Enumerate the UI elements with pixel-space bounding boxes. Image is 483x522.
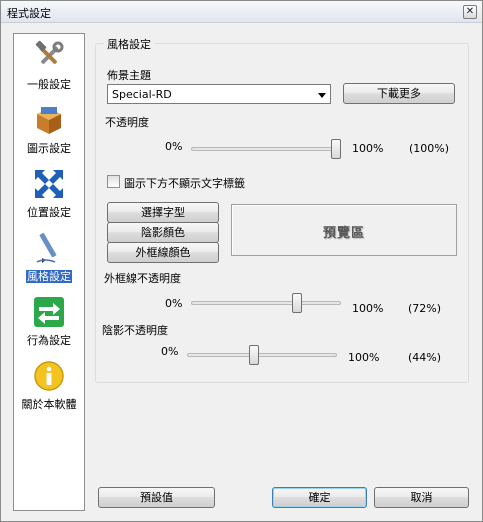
outline-opacity-value: (72%) [408, 302, 442, 315]
sidebar-item-label: 位置設定 [27, 206, 71, 219]
move-arrows-icon [35, 170, 63, 198]
chevron-down-icon [318, 93, 326, 98]
sidebar: 一般設定 圖示設定 位置設定 風格設定 行為設定 關於本軟體 [13, 33, 85, 511]
sidebar-item-label: 關於本軟體 [21, 398, 77, 411]
hide-labels-label: 圖示下方不顯示文字標籤 [124, 177, 245, 190]
opacity-slider-thumb[interactable] [331, 139, 341, 159]
sidebar-item-behavior[interactable]: 行為設定 [14, 294, 84, 358]
preview-area: 預覽區 [231, 204, 457, 256]
opacity-label: 不透明度 [105, 116, 149, 129]
theme-select[interactable]: Special-RD [107, 84, 331, 104]
shadow-opacity-max-label: 100% [348, 351, 380, 364]
theme-select-value: Special-RD [112, 88, 172, 101]
outline-opacity-min-label: 0% [165, 297, 183, 310]
window-title: 程式設定 [7, 7, 51, 20]
download-more-button[interactable]: 下載更多 [343, 83, 455, 104]
sidebar-item-style[interactable]: 風格設定 [14, 230, 84, 294]
settings-window: 程式設定 ✕ 一般設定 圖示設定 位置設定 風格設定 行為設定 關於本軟體 風格… [0, 0, 483, 522]
shadow-opacity-value: (44%) [408, 351, 442, 364]
sidebar-item-label: 一般設定 [27, 78, 71, 91]
sidebar-item-icons[interactable]: 圖示設定 [14, 102, 84, 166]
shadow-opacity-label: 陰影不透明度 [102, 324, 168, 337]
shadow-opacity-min-label: 0% [161, 345, 179, 358]
exchange-arrows-icon [34, 297, 64, 327]
package-box-icon [37, 107, 61, 134]
sidebar-item-about[interactable]: 關於本軟體 [14, 358, 84, 422]
close-icon[interactable]: ✕ [463, 5, 477, 19]
wrench-hammer-icon [35, 40, 64, 65]
outline-opacity-label: 外框線不透明度 [104, 272, 181, 285]
shadow-opacity-slider-thumb[interactable] [249, 345, 259, 365]
shadow-opacity-slider-track[interactable] [187, 353, 337, 357]
ok-button[interactable]: 確定 [272, 487, 367, 508]
sidebar-item-label: 行為設定 [27, 334, 71, 347]
opacity-value: (100%) [409, 142, 450, 155]
group-legend: 風格設定 [104, 36, 154, 52]
sidebar-item-label: 風格設定 [26, 270, 72, 283]
sidebar-item-general[interactable]: 一般設定 [14, 38, 84, 102]
opacity-slider-track[interactable] [191, 147, 341, 151]
pen-icon [36, 233, 57, 263]
opacity-min-label: 0% [165, 140, 183, 153]
outline-opacity-slider-track[interactable] [191, 301, 341, 305]
info-icon [34, 361, 64, 391]
sidebar-item-label: 圖示設定 [27, 142, 71, 155]
preview-text: 預覽區 [322, 226, 365, 241]
outline-opacity-max-label: 100% [352, 302, 384, 315]
title-bar: 程式設定 ✕ [1, 1, 482, 23]
cancel-button[interactable]: 取消 [374, 487, 469, 508]
defaults-button[interactable]: 預設值 [98, 487, 215, 508]
choose-font-button[interactable]: 選擇字型 [107, 202, 219, 223]
outline-color-button[interactable]: 外框線顏色 [107, 242, 219, 263]
outline-opacity-slider-thumb[interactable] [292, 293, 302, 313]
shadow-color-button[interactable]: 陰影顏色 [107, 222, 219, 243]
sidebar-item-position[interactable]: 位置設定 [14, 166, 84, 230]
background-theme-label: 佈景主題 [107, 69, 151, 82]
opacity-max-label: 100% [352, 142, 384, 155]
hide-labels-checkbox[interactable] [107, 175, 120, 188]
